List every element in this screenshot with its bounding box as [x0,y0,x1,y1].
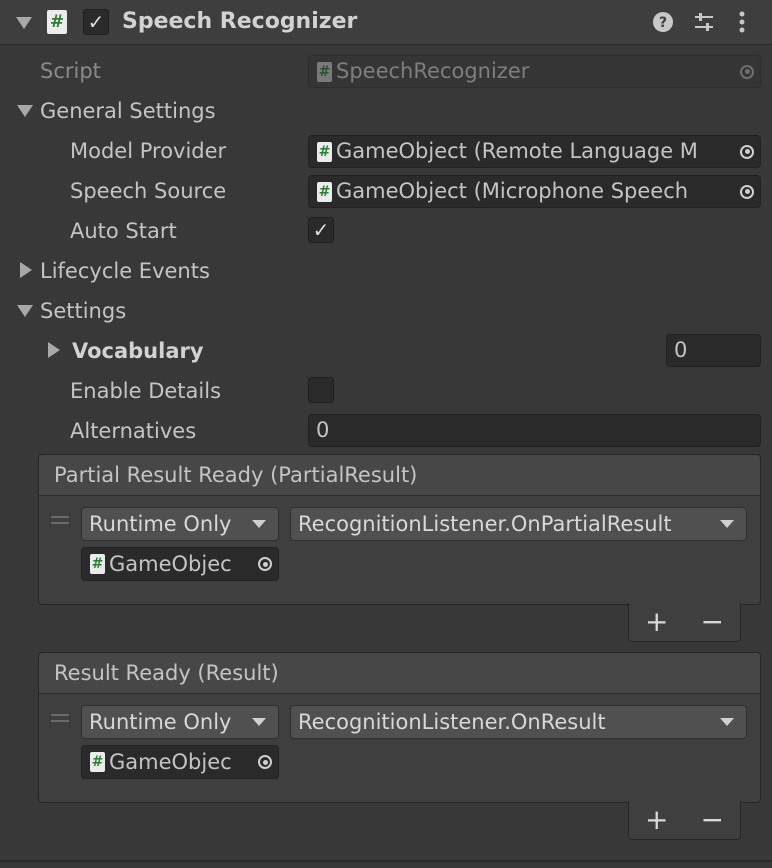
auto-start-checkbox[interactable]: ✓ [308,217,334,243]
model-provider-field[interactable]: # GameObject (Remote Language M [308,135,761,168]
object-picker-icon[interactable] [734,176,760,207]
result-target-field[interactable]: # GameObjec [81,745,279,779]
vocabulary-foldout-icon[interactable] [48,342,60,358]
partial-result-list-footer: + − [628,603,741,642]
model-provider-label: Model Provider [70,139,227,163]
script-icon-glyph: # [49,11,65,32]
svg-text:?: ? [659,15,667,31]
speech-source-label: Speech Source [70,179,227,203]
chevron-down-icon [252,520,266,528]
object-picker-icon [734,56,760,87]
partial-result-target-field[interactable]: # GameObjec [81,547,279,581]
script-field-value: SpeechRecognizer [336,59,530,83]
lifecycle-events-foldout-icon[interactable] [20,262,32,278]
settings-header[interactable]: Settings [40,297,126,325]
bottom-divider [0,860,772,862]
object-picker-icon[interactable] [252,746,278,778]
object-picker-icon[interactable] [734,136,760,167]
vocabulary-size-field[interactable]: 0 [666,334,761,367]
partial-result-mode-value: Runtime Only [89,512,232,536]
object-picker-icon[interactable] [252,548,278,580]
csharp-script-icon: # [47,10,67,34]
add-listener-button[interactable]: + [645,806,668,834]
alternatives-label: Alternatives [70,419,197,443]
csharp-script-icon: # [317,61,332,82]
result-mode-value: Runtime Only [89,710,232,734]
vocabulary-label[interactable]: Vocabulary [72,337,204,365]
check-icon: ✓ [87,10,105,34]
partial-result-target-value: GameObjec [109,551,232,576]
enable-details-label: Enable Details [70,379,222,403]
remove-listener-button[interactable]: − [701,608,724,636]
partial-result-event-title: Partial Result Ready (PartialResult) [54,463,418,487]
partial-result-function-value: RecognitionListener.OnPartialResult [298,512,672,536]
csharp-script-icon: # [90,752,105,772]
partial-result-function-dropdown[interactable]: RecognitionListener.OnPartialResult [290,507,747,541]
speech-source-field[interactable]: # GameObject (Microphone Speech [308,175,761,208]
vocabulary-size-value: 0 [674,338,688,362]
chevron-down-icon [720,520,734,528]
partial-result-mode-dropdown[interactable]: Runtime Only [81,507,279,541]
general-settings-header[interactable]: General Settings [40,97,216,125]
alternatives-field[interactable]: 0 [308,414,761,447]
chevron-down-icon [720,718,734,726]
result-event-header: Result Ready (Result) [39,653,760,694]
presets-icon[interactable] [693,11,715,33]
general-settings-foldout-icon[interactable] [17,105,33,117]
drag-handle-icon[interactable] [51,512,69,528]
partial-result-event-header: Partial Result Ready (PartialResult) [39,455,760,496]
csharp-script-icon: # [317,141,332,162]
result-function-value: RecognitionListener.OnResult [298,710,606,734]
alternatives-value: 0 [316,418,330,442]
script-field: # SpeechRecognizer [308,55,761,88]
script-label: Script [40,59,101,83]
drag-handle-icon[interactable] [51,710,69,726]
model-provider-value: GameObject (Remote Language M [336,139,698,163]
remove-listener-button[interactable]: − [701,806,724,834]
speech-source-value: GameObject (Microphone Speech [336,179,689,203]
chevron-down-icon [252,718,266,726]
result-target-value: GameObjec [109,749,232,774]
csharp-script-icon: # [90,554,105,574]
csharp-script-icon: # [317,181,332,202]
result-event-title: Result Ready (Result) [54,661,279,685]
auto-start-label: Auto Start [70,219,177,243]
result-function-dropdown[interactable]: RecognitionListener.OnResult [290,705,747,739]
component-enabled-checkbox[interactable]: ✓ [83,9,109,35]
result-mode-dropdown[interactable]: Runtime Only [81,705,279,739]
more-menu-icon[interactable] [734,11,750,33]
lifecycle-events-header[interactable]: Lifecycle Events [40,257,210,285]
component-title: Speech Recognizer [122,9,358,34]
check-icon: ✓ [312,218,330,242]
enable-details-checkbox[interactable] [308,377,334,403]
foldout-arrow-icon[interactable] [16,17,32,29]
add-listener-button[interactable]: + [645,608,668,636]
result-list-footer: + − [628,801,741,840]
help-icon[interactable]: ? [652,11,674,33]
settings-foldout-icon[interactable] [17,305,33,317]
